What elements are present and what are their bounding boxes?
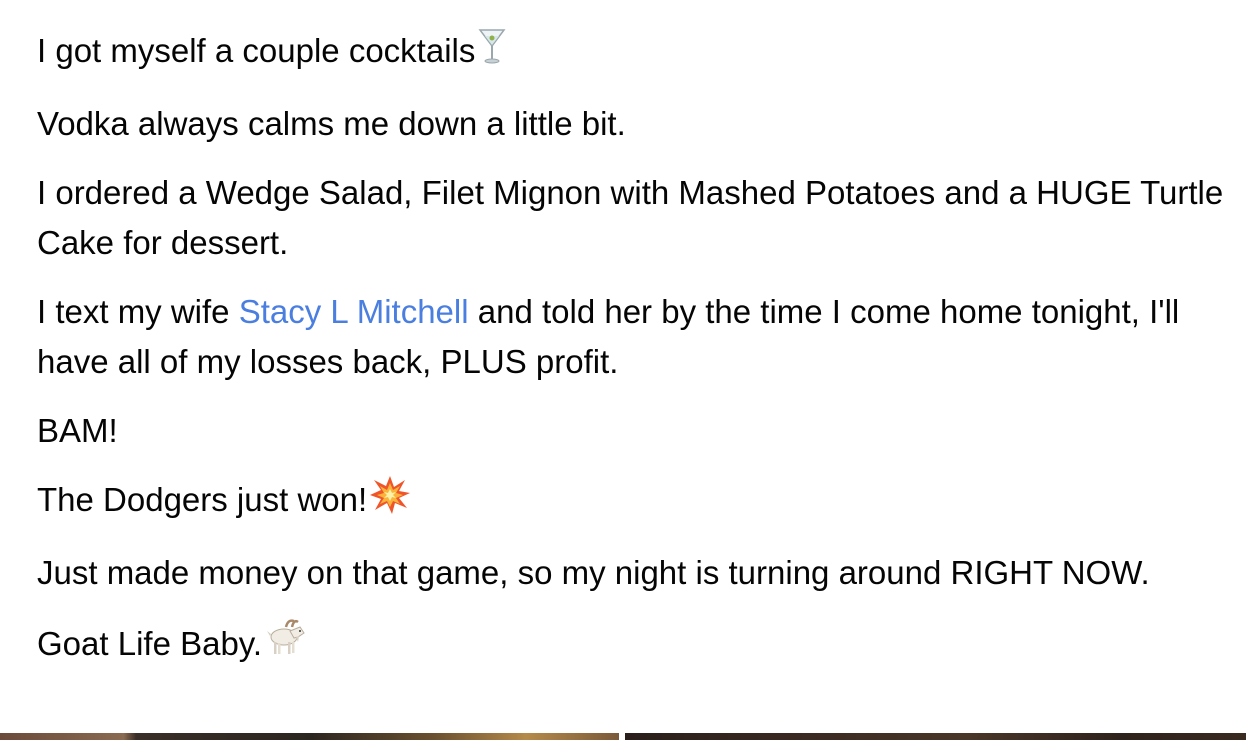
- post-photos: [0, 733, 1246, 740]
- collision-icon: [369, 475, 411, 529]
- post-text: Just made money on that game, so my nigh…: [37, 554, 1150, 591]
- goat-icon: [264, 617, 308, 673]
- post-text: BAM!: [37, 412, 118, 449]
- post-paragraph: The Dodgers just won!: [37, 475, 1232, 529]
- post-text: Goat Life Baby.: [37, 625, 263, 662]
- post-photo-right[interactable]: [625, 733, 1246, 740]
- post-text: The Dodgers just won!: [37, 481, 368, 518]
- mention-link[interactable]: Stacy L Mitchell: [239, 293, 469, 330]
- post-paragraph: I got myself a couple cocktails: [37, 26, 1232, 80]
- post-text: Vodka always calms me down a little bit.: [37, 105, 626, 142]
- post-paragraph: I text my wife Stacy L Mitchell and told…: [37, 287, 1232, 387]
- post-paragraph: I ordered a Wedge Salad, Filet Mignon wi…: [37, 168, 1232, 268]
- post-paragraph: Vodka always calms me down a little bit.: [37, 99, 1232, 149]
- post-paragraph: BAM!: [37, 406, 1232, 456]
- post-text: I ordered a Wedge Salad, Filet Mignon wi…: [37, 174, 1224, 261]
- post-text: I got myself a couple cocktails: [37, 32, 476, 69]
- post-text: I text my wife: [37, 293, 239, 330]
- post-paragraph: Goat Life Baby.: [37, 617, 1232, 673]
- cocktail-glass-icon: [477, 26, 507, 80]
- post-paragraph: Just made money on that game, so my nigh…: [37, 548, 1232, 598]
- post-body: I got myself a couple cocktails Vodka al…: [37, 26, 1232, 692]
- post-photo-left[interactable]: [0, 733, 619, 740]
